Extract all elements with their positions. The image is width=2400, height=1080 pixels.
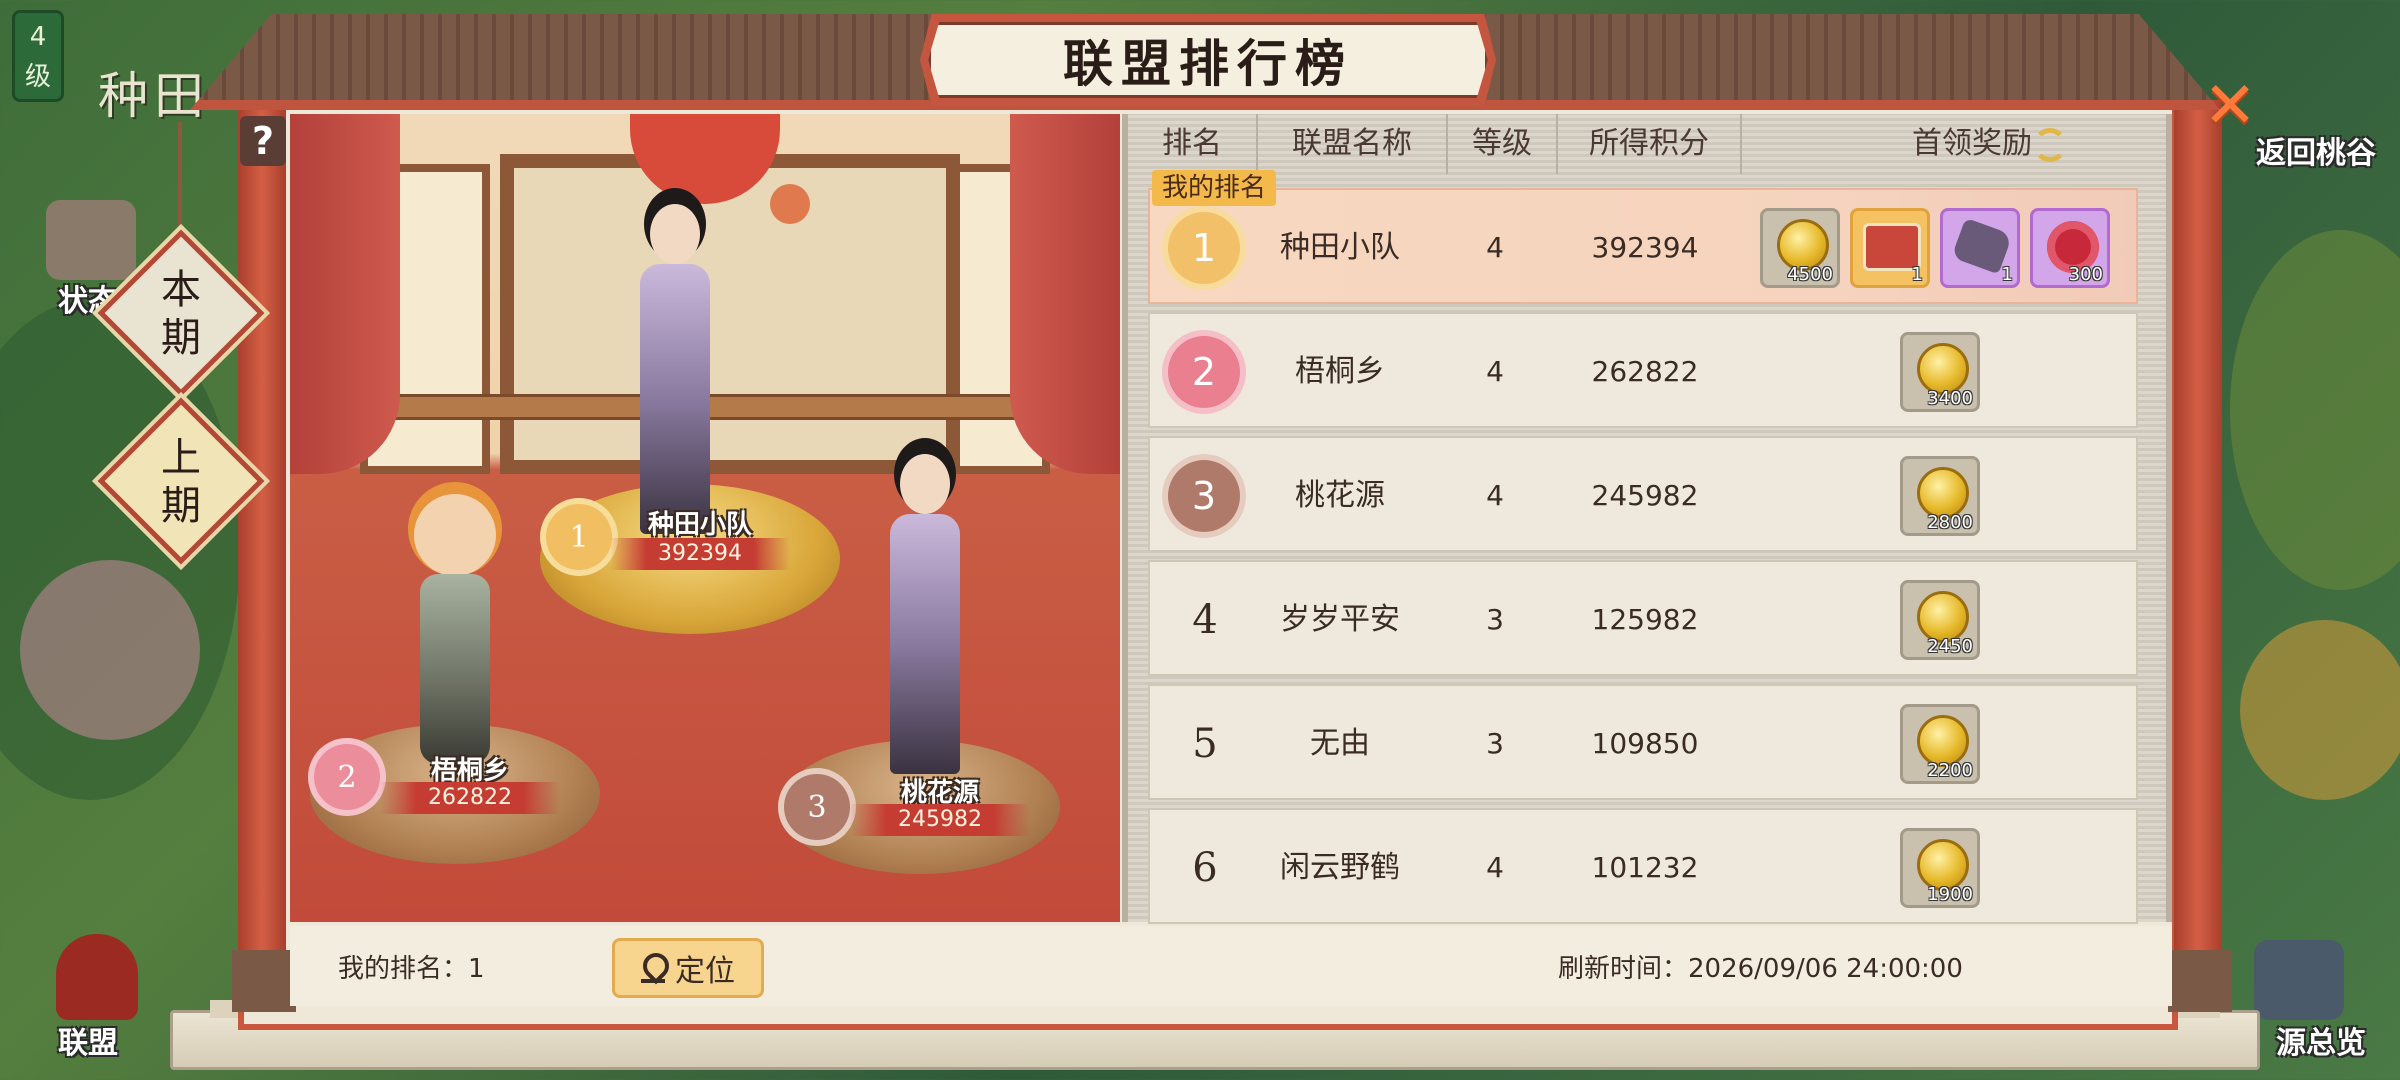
alliance-level: 3 (1486, 603, 1504, 636)
alliance-name: 岁岁平安 (1280, 602, 1400, 637)
gold-coin-icon[interactable]: 2450 (1900, 580, 1980, 660)
alliance-score: 109850 (1591, 727, 1699, 760)
close-icon[interactable]: ✕ (2200, 74, 2260, 138)
header-level: 等级 (1448, 114, 1558, 174)
left-pillar (238, 100, 286, 1000)
podium-rank-1-badge: 1 (546, 504, 612, 570)
map-tree-bg (2240, 620, 2400, 800)
refresh-time: 刷新时间：2026/09/06 24:00:00 (1558, 954, 1963, 984)
town-name: 种田 (98, 67, 210, 125)
locate-button-label: 定位 (675, 954, 735, 989)
podium-stage: 1 种田小队 392394 2 梧桐乡 262822 3 桃花源 245982 (290, 114, 1120, 922)
rank-number: 5 (1192, 721, 1218, 767)
screen-sun (770, 184, 810, 224)
ranking-table[interactable]: 排名 联盟名称 等级 所得积分 首领奖励 我的排名 1 种田小队 4 39239… (1122, 114, 2172, 924)
rank-number: 4 (1192, 597, 1218, 643)
alliance-name: 无由 (1310, 726, 1370, 761)
alliance-label[interactable]: 联盟 (58, 1018, 118, 1062)
alliance-level: 4 (1486, 479, 1504, 512)
gold-coin-icon[interactable]: 3400 (1900, 332, 1980, 412)
character-third (870, 454, 980, 774)
header-leader-reward: 首领奖励 (1912, 126, 2032, 161)
right-pillar (2174, 100, 2222, 1000)
help-icon[interactable]: ? (240, 116, 286, 166)
podium-rank-3-badge: 3 (784, 774, 850, 840)
right-pillar-base (2168, 950, 2232, 1012)
stage-screen (500, 154, 960, 474)
rank-1-badge: 1 (1168, 212, 1240, 284)
alliance-name: 闲云野鹤 (1280, 850, 1400, 885)
header-score: 所得积分 (1558, 114, 1742, 174)
alliance-score: 101232 (1591, 851, 1699, 884)
gold-coin-icon[interactable]: 2800 (1900, 456, 1980, 536)
table-header: 排名 联盟名称 等级 所得积分 首领奖励 (1128, 114, 2166, 174)
rank-number: 6 (1192, 845, 1218, 891)
alliance-score: 392394 (1591, 231, 1699, 264)
alliance-name: 桃花源 (1295, 478, 1385, 513)
plum-blossom-icon[interactable]: 300 (2030, 208, 2110, 288)
header-alliance-name: 联盟名称 (1258, 114, 1448, 174)
level-badge: 4 级 (12, 10, 64, 102)
overview-icon[interactable] (2254, 940, 2344, 1020)
left-pillar-base (232, 950, 296, 1012)
character-second (400, 494, 510, 764)
tab-previous-period-label[interactable]: 上期 (146, 434, 216, 530)
gold-coin-icon[interactable]: 1900 (1900, 828, 1980, 908)
table-row[interactable]: 1 种田小队 4 392394 4500 1 1 300 (1148, 188, 2138, 304)
curtain-left (290, 114, 400, 474)
location-pin-icon (641, 953, 665, 983)
podium-1-name: 种田小队 (647, 510, 752, 540)
title-card-icon[interactable]: 1 (1850, 208, 1930, 288)
tab-current-period-label[interactable]: 本期 (146, 266, 216, 362)
alliance-score: 125982 (1591, 603, 1699, 636)
podium-2-score: 262822 (380, 782, 560, 814)
gold-coin-icon[interactable]: 4500 (1760, 208, 1840, 288)
alliance-level: 4 (1486, 231, 1504, 264)
page-title: 联盟排行榜 (1063, 34, 1353, 93)
rank-2-badge: 2 (1168, 336, 1240, 408)
footer-bar: 我的排名：1 定位 刷新时间：2026/09/06 24:00:00 (290, 926, 2172, 1006)
map-blossom-bg (20, 560, 200, 740)
curtain-right (1010, 114, 1120, 474)
alliance-level: 4 (1486, 355, 1504, 388)
map-field-bg (2230, 230, 2400, 590)
alliance-icon[interactable] (56, 934, 138, 1020)
table-row[interactable]: 3 桃花源 4 245982 2800 (1148, 436, 2138, 552)
title-plaque: 联盟排行榜 (920, 14, 1496, 106)
gold-coin-icon[interactable]: 2200 (1900, 704, 1980, 784)
alliance-level: 3 (1486, 727, 1504, 760)
table-row[interactable]: 5 无由 3 109850 2200 (1148, 684, 2138, 800)
header-rank: 排名 (1128, 114, 1258, 174)
alliance-name: 梧桐乡 (1295, 354, 1385, 389)
alliance-score: 262822 (1591, 355, 1699, 388)
my-rank-label: 我的排名：1 (338, 954, 485, 984)
podium-3-score: 245982 (850, 804, 1030, 836)
table-row[interactable]: 2 梧桐乡 4 262822 3400 (1148, 312, 2138, 428)
table-row[interactable]: 4 岁岁平安 3 125982 2450 (1148, 560, 2138, 676)
overview-label[interactable]: 源总览 (2276, 1018, 2366, 1062)
alliance-name: 种田小队 (1280, 230, 1400, 265)
my-rank-tag: 我的排名 (1152, 170, 1277, 206)
rank-3-badge: 3 (1168, 460, 1240, 532)
ore-stone-icon[interactable]: 1 (1940, 208, 2020, 288)
alliance-score: 245982 (1591, 479, 1699, 512)
podium-rank-2-badge: 2 (314, 744, 380, 810)
refresh-icon[interactable] (2033, 128, 2067, 162)
alliance-level: 4 (1486, 851, 1504, 884)
table-row[interactable]: 6 闲云野鹤 4 101232 1900 (1148, 808, 2138, 924)
return-label[interactable]: 返回桃谷 (2256, 128, 2376, 172)
podium-1-score: 392394 (610, 538, 790, 570)
locate-button[interactable]: 定位 (612, 938, 764, 998)
status-icon[interactable] (46, 200, 136, 280)
character-first (620, 204, 730, 534)
